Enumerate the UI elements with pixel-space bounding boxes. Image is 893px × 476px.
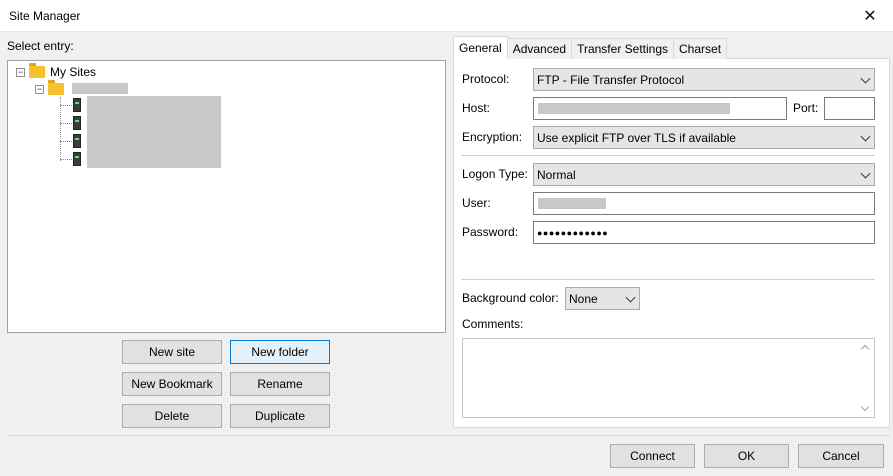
tab-advanced[interactable]: Advanced <box>506 38 573 59</box>
tree-connector <box>60 97 61 161</box>
duplicate-button[interactable]: Duplicate <box>230 404 330 428</box>
tree-connector <box>60 141 72 142</box>
redacted-folder-name <box>72 83 128 94</box>
logon-type-value: Normal <box>537 167 576 182</box>
background-color-value: None <box>569 291 598 306</box>
new-bookmark-button[interactable]: New Bookmark <box>122 372 222 396</box>
encryption-value: Use explicit FTP over TLS if available <box>537 130 736 145</box>
tab-bar: General Advanced Transfer Settings Chars… <box>453 36 728 59</box>
divider <box>461 279 875 280</box>
rename-button[interactable]: Rename <box>230 372 330 396</box>
folder-icon <box>48 80 64 95</box>
ok-button[interactable]: OK <box>704 444 789 468</box>
tree-root-my-sites[interactable]: − My Sites <box>16 63 97 79</box>
encryption-label: Encryption: <box>462 130 523 144</box>
server-icon <box>73 134 81 148</box>
tree-site[interactable] <box>73 152 81 166</box>
port-label: Port: <box>793 101 819 115</box>
footer-divider <box>7 435 890 436</box>
select-entry-label: Select entry: <box>7 39 74 53</box>
tree-connector <box>60 123 72 124</box>
tree-site[interactable] <box>73 116 81 130</box>
redacted-user <box>538 198 606 209</box>
protocol-label: Protocol: <box>462 72 510 86</box>
redacted-site-names <box>87 96 221 168</box>
tab-charset[interactable]: Charset <box>673 38 728 59</box>
user-input[interactable] <box>533 192 875 215</box>
redacted-host <box>538 103 730 114</box>
password-label: Password: <box>462 225 519 239</box>
background-color-select[interactable]: None <box>565 287 640 310</box>
tree-site[interactable] <box>73 134 81 148</box>
chevron-down-icon <box>860 73 871 84</box>
port-input[interactable] <box>824 97 875 120</box>
tree-site[interactable] <box>73 98 81 112</box>
title-bar: Site Manager ✕ <box>0 0 893 32</box>
scroll-up-icon[interactable] <box>860 344 870 354</box>
collapse-icon[interactable]: − <box>16 67 25 77</box>
tree-connector <box>60 105 72 106</box>
tab-transfer-settings[interactable]: Transfer Settings <box>571 38 675 59</box>
divider <box>461 155 875 156</box>
connect-button[interactable]: Connect <box>610 444 695 468</box>
protocol-value: FTP - File Transfer Protocol <box>537 72 685 87</box>
encryption-select[interactable]: Use explicit FTP over TLS if available <box>533 126 875 149</box>
new-site-button[interactable]: New site <box>122 340 222 364</box>
cancel-button[interactable]: Cancel <box>798 444 884 468</box>
scroll-down-icon[interactable] <box>860 402 870 412</box>
site-tree[interactable]: − My Sites − <box>7 60 446 333</box>
new-folder-button[interactable]: New folder <box>230 340 330 364</box>
scrollbar[interactable] <box>857 339 874 417</box>
chevron-down-icon <box>625 292 636 303</box>
delete-button[interactable]: Delete <box>122 404 222 428</box>
comments-label: Comments: <box>462 317 524 331</box>
password-input[interactable]: ●●●●●●●●●●●● <box>533 221 875 244</box>
close-icon[interactable]: ✕ <box>847 0 893 32</box>
window-title: Site Manager <box>9 9 81 23</box>
logon-type-select[interactable]: Normal <box>533 163 875 186</box>
user-label: User: <box>462 196 491 210</box>
protocol-select[interactable]: FTP - File Transfer Protocol <box>533 68 875 91</box>
collapse-icon[interactable]: − <box>35 84 44 94</box>
host-input[interactable] <box>533 97 787 120</box>
server-icon <box>73 116 81 130</box>
folder-icon <box>29 63 45 78</box>
server-icon <box>73 98 81 112</box>
comments-textarea[interactable] <box>462 338 875 418</box>
tree-folder[interactable]: − <box>35 80 69 95</box>
chevron-down-icon <box>860 131 871 142</box>
logon-type-label: Logon Type: <box>462 167 528 181</box>
tree-root-label: My Sites <box>50 65 97 79</box>
tree-connector <box>60 159 72 160</box>
chevron-down-icon <box>860 168 871 179</box>
host-label: Host: <box>462 101 491 115</box>
tab-general[interactable]: General <box>453 36 508 59</box>
background-color-label: Background color: <box>462 291 559 305</box>
server-icon <box>73 152 81 166</box>
